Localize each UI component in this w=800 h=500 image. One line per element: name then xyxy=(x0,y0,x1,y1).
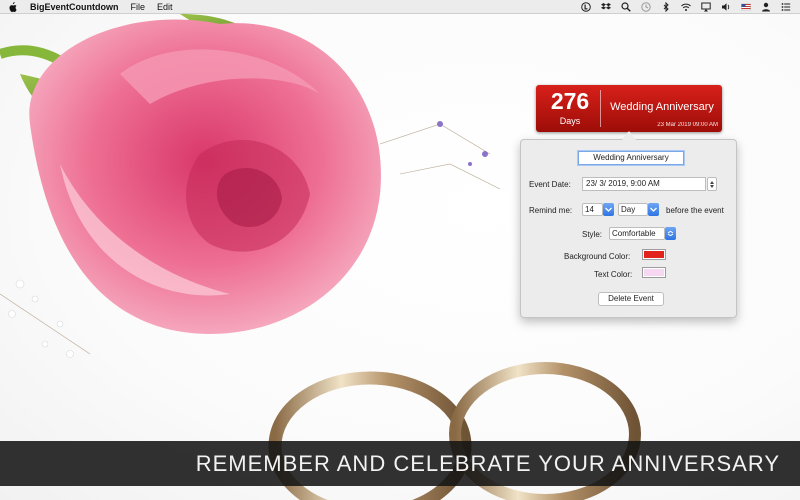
airplay-icon[interactable] xyxy=(700,2,712,12)
bluetooth-icon[interactable] xyxy=(660,1,672,12)
style-dropdown-button[interactable] xyxy=(665,227,676,240)
badge-event-datetime: 23 Mar 2019 09:00 AM xyxy=(657,122,718,128)
chevron-up-down-icon xyxy=(667,231,674,236)
badge-event-title: Wedding Anniversary xyxy=(610,101,714,113)
time-machine-icon[interactable] xyxy=(640,1,652,12)
style-select[interactable]: Comfortable xyxy=(609,227,665,240)
apple-menu-icon[interactable] xyxy=(8,1,22,12)
event-date-picker[interactable]: 23/ 3/ 2019, 9:00 AM xyxy=(582,177,706,191)
wifi-icon[interactable] xyxy=(680,2,692,12)
remind-unit-dropdown-button[interactable] xyxy=(648,203,659,216)
stepper-up-icon xyxy=(710,180,714,184)
user-icon[interactable] xyxy=(760,2,772,12)
lastpass-icon[interactable] xyxy=(580,1,592,12)
background-color-swatch xyxy=(644,251,664,258)
stepper-down-icon xyxy=(710,184,714,188)
date-stepper[interactable] xyxy=(707,177,717,191)
countdown-badge[interactable]: 276 Days Wedding Anniversary 23 Mar 2019… xyxy=(536,85,722,132)
caption-banner: REMEMBER AND CELEBRATE YOUR ANNIVERSARY xyxy=(0,441,800,486)
menu-app-name[interactable]: BigEventCountdown xyxy=(30,2,119,12)
text-color-label: Text Color: xyxy=(594,270,633,279)
background-color-well[interactable] xyxy=(642,249,666,260)
dropbox-icon[interactable] xyxy=(600,2,612,12)
event-title-input[interactable]: Wedding Anniversary xyxy=(578,151,684,165)
status-menu-area xyxy=(580,1,792,12)
style-label: Style: xyxy=(582,230,603,239)
remind-amount-dropdown-button[interactable] xyxy=(603,203,614,216)
popover-pointer xyxy=(622,131,636,140)
spotlight-icon[interactable] xyxy=(620,1,632,12)
menu-bar: BigEventCountdown File Edit xyxy=(0,0,800,14)
chevron-down-icon xyxy=(650,207,657,212)
event-date-label: Event Date: xyxy=(529,180,571,189)
delete-event-button[interactable]: Delete Event xyxy=(598,292,664,306)
text-color-swatch xyxy=(644,269,664,276)
menu-file[interactable]: File xyxy=(131,2,146,12)
flag-icon[interactable] xyxy=(740,2,752,12)
remind-me-label: Remind me: xyxy=(529,206,573,215)
background-color-label: Background Color: xyxy=(564,252,631,261)
days-remaining: 276 xyxy=(550,88,590,114)
text-color-well[interactable] xyxy=(642,267,666,278)
remind-unit-field[interactable]: Day xyxy=(618,203,648,216)
remind-suffix-label: before the event xyxy=(666,206,724,215)
remind-amount-field[interactable]: 14 xyxy=(582,203,603,216)
notification-center-icon[interactable] xyxy=(780,2,792,12)
days-unit-label: Days xyxy=(559,116,581,126)
event-settings-popover: Wedding Anniversary Event Date: 23/ 3/ 2… xyxy=(520,139,737,318)
menu-edit[interactable]: Edit xyxy=(157,2,173,12)
badge-divider xyxy=(600,90,601,127)
volume-icon[interactable] xyxy=(720,2,732,12)
chevron-down-icon xyxy=(605,207,612,212)
caption-text: REMEMBER AND CELEBRATE YOUR ANNIVERSARY xyxy=(195,451,780,476)
